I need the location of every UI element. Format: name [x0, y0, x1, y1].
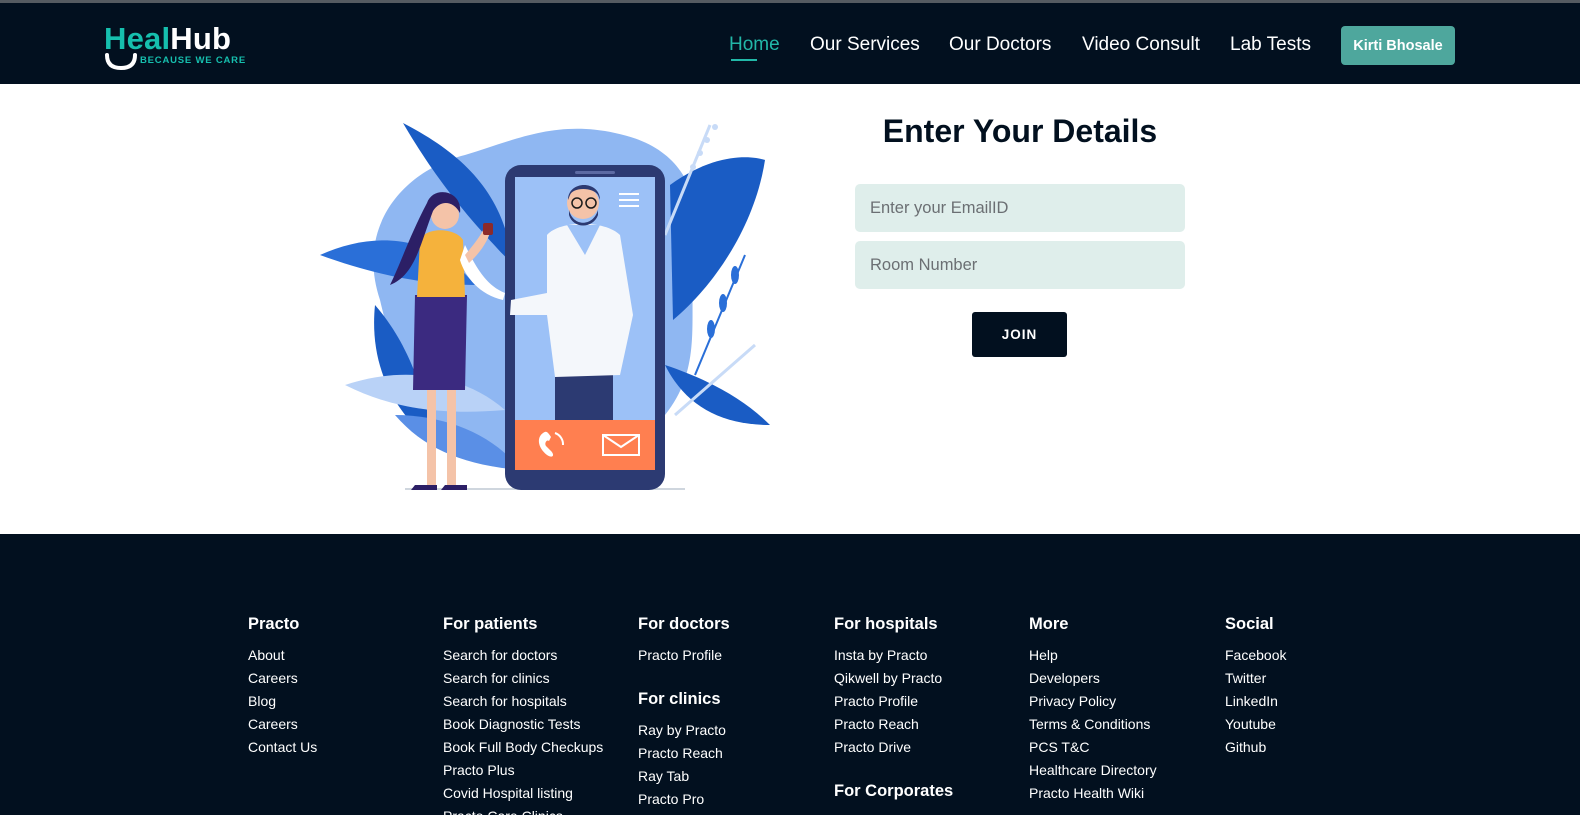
- footer-link-health-wiki[interactable]: Practo Health Wiki: [1029, 782, 1157, 805]
- footer-link-linkedin[interactable]: LinkedIn: [1225, 690, 1286, 713]
- footer-link-qikwell[interactable]: Qikwell by Practo: [834, 667, 953, 690]
- footer-link-practo-pro[interactable]: Practo Pro: [638, 788, 730, 811]
- footer-link-healthcare-directory[interactable]: Healthcare Directory: [1029, 759, 1157, 782]
- active-nav-indicator: [731, 59, 757, 61]
- doctor-consult-illustration: [320, 123, 770, 490]
- footer-link-careers-2[interactable]: Careers: [248, 713, 317, 736]
- footer-link-help[interactable]: Help: [1029, 644, 1157, 667]
- top-navbar: HealHub BECAUSE WE CARE Home Our Service…: [0, 3, 1580, 84]
- footer-link-contact-us[interactable]: Contact Us: [248, 736, 317, 759]
- footer-link-terms[interactable]: Terms & Conditions: [1029, 713, 1157, 736]
- footer-link-hospital-profile[interactable]: Practo Profile: [834, 690, 953, 713]
- nav-home[interactable]: Home: [729, 33, 780, 57]
- footer-link-privacy[interactable]: Privacy Policy: [1029, 690, 1157, 713]
- join-button[interactable]: JOIN: [972, 312, 1067, 357]
- footer-link-search-hospitals[interactable]: Search for hospitals: [443, 690, 603, 713]
- footer-link-practo-plus[interactable]: Practo Plus: [443, 759, 603, 782]
- footer-link-twitter[interactable]: Twitter: [1225, 667, 1286, 690]
- footer-heading-patients: For patients: [443, 615, 538, 633]
- footer-column-social: Social Facebook Twitter LinkedIn Youtube…: [1225, 614, 1286, 759]
- footer-link-practo-reach[interactable]: Practo Reach: [638, 742, 730, 765]
- footer-heading-practo: Practo: [248, 615, 300, 633]
- nav-video-consult[interactable]: Video Consult: [1082, 33, 1200, 57]
- footer-column-patients: For patients Search for doctors Search f…: [443, 614, 603, 815]
- footer-link-github[interactable]: Github: [1225, 736, 1286, 759]
- footer-link-ray-by-practo[interactable]: Ray by Practo: [638, 719, 730, 742]
- footer-link-ray-tab[interactable]: Ray Tab: [638, 765, 730, 788]
- user-profile-button[interactable]: Kirti Bhosale: [1341, 26, 1455, 65]
- form-title: Enter Your Details: [882, 113, 1158, 149]
- footer-link-about[interactable]: About: [248, 644, 317, 667]
- footer-heading-clinics: For clinics: [638, 690, 721, 708]
- email-input[interactable]: [855, 184, 1185, 232]
- footer-link-careers[interactable]: Careers: [248, 667, 317, 690]
- footer-link-insta[interactable]: Insta by Practo: [834, 644, 953, 667]
- footer-link-practo-drive[interactable]: Practo Drive: [834, 736, 953, 759]
- site-footer: Practo About Careers Blog Careers Contac…: [0, 534, 1580, 815]
- room-number-input[interactable]: [855, 241, 1185, 289]
- footer-link-search-clinics[interactable]: Search for clinics: [443, 667, 603, 690]
- footer-link-developers[interactable]: Developers: [1029, 667, 1157, 690]
- footer-link-pcs-tc[interactable]: PCS T&C: [1029, 736, 1157, 759]
- footer-column-hospitals: For hospitals Insta by Practo Qikwell by…: [834, 614, 953, 811]
- footer-heading-corporates: For Corporates: [834, 782, 954, 800]
- footer-heading-more: More: [1029, 615, 1069, 633]
- footer-column-more: More Help Developers Privacy Policy Term…: [1029, 614, 1157, 805]
- nav-our-services[interactable]: Our Services: [810, 33, 920, 57]
- footer-heading-social: Social: [1225, 615, 1274, 633]
- footer-link-practo-profile[interactable]: Practo Profile: [638, 644, 730, 667]
- footer-link-search-doctors[interactable]: Search for doctors: [443, 644, 603, 667]
- footer-link-body-checkups[interactable]: Book Full Body Checkups: [443, 736, 603, 759]
- footer-link-diagnostic-tests[interactable]: Book Diagnostic Tests: [443, 713, 603, 736]
- footer-link-blog[interactable]: Blog: [248, 690, 317, 713]
- footer-link-care-clinics[interactable]: Practo Care Clinics: [443, 805, 603, 815]
- footer-link-facebook[interactable]: Facebook: [1225, 644, 1286, 667]
- footer-link-hospital-reach[interactable]: Practo Reach: [834, 713, 953, 736]
- footer-link-covid-hospital[interactable]: Covid Hospital listing: [443, 782, 603, 805]
- footer-column-doctors: For doctors Practo Profile For clinics R…: [638, 614, 730, 811]
- footer-column-practo: Practo About Careers Blog Careers Contac…: [248, 614, 317, 759]
- nav-lab-tests[interactable]: Lab Tests: [1230, 33, 1311, 57]
- footer-heading-hospitals: For hospitals: [834, 615, 938, 633]
- footer-link-youtube[interactable]: Youtube: [1225, 713, 1286, 736]
- footer-heading-doctors: For doctors: [638, 615, 730, 633]
- nav-our-doctors[interactable]: Our Doctors: [949, 33, 1051, 57]
